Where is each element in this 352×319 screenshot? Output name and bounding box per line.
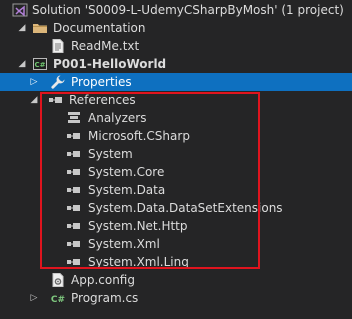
references-label: References [69, 93, 136, 107]
solution-label: Solution 'S0009-L-UdemyCSharpByMosh' (1 … [32, 3, 344, 17]
expanded-arrow-icon[interactable]: ◢ [16, 19, 28, 37]
collapsed-arrow-icon[interactable]: ▷ [28, 289, 40, 307]
documentation-label: Documentation [53, 21, 146, 35]
reference-label: System.Xml.Linq [88, 255, 189, 269]
reference-label: Analyzers [88, 111, 147, 125]
documentation-folder-node[interactable]: ◢ Documentation [0, 19, 352, 37]
reference-item-analyzers[interactable]: Analyzers [0, 109, 352, 127]
reference-label: System.Data.DataSetExtensions [88, 201, 283, 215]
collapsed-arrow-icon[interactable]: ▷ [28, 73, 40, 91]
reference-label: System.Core [88, 165, 165, 179]
config-file-icon [50, 272, 66, 288]
csharp-badge: C# [51, 295, 65, 305]
readme-label: ReadMe.txt [71, 39, 140, 53]
text-file-icon [50, 38, 66, 54]
reference-icon [66, 200, 82, 216]
reference-icon [66, 128, 82, 144]
reference-icon [66, 254, 82, 270]
references-icon [48, 92, 64, 108]
program-cs-label: Program.cs [71, 291, 139, 305]
references-node[interactable]: ◢ References [0, 91, 352, 109]
reference-icon [66, 164, 82, 180]
vs-solution-icon [12, 2, 28, 18]
analyzers-icon [66, 110, 82, 126]
project-label: P001-HelloWorld [53, 57, 167, 71]
reference-label: System.Net.Http [88, 219, 188, 233]
reference-item-system-net-http[interactable]: System.Net.Http [0, 217, 352, 235]
solution-explorer-tree: Solution 'S0009-L-UdemyCSharpByMosh' (1 … [0, 0, 352, 319]
reference-label: Microsoft.CSharp [88, 129, 190, 143]
reference-label: System [88, 147, 133, 161]
expanded-arrow-icon[interactable]: ◢ [16, 55, 28, 73]
reference-item-system-xml-linq[interactable]: System.Xml.Linq [0, 253, 352, 271]
reference-icon [66, 146, 82, 162]
expanded-arrow-icon[interactable]: ◢ [28, 91, 40, 109]
app-config-label: App.config [71, 273, 135, 287]
reference-icon [66, 236, 82, 252]
reference-icon [66, 218, 82, 234]
wrench-icon [50, 74, 66, 90]
csharp-file-icon: C# [50, 290, 66, 306]
reference-icon [66, 182, 82, 198]
solution-node[interactable]: Solution 'S0009-L-UdemyCSharpByMosh' (1 … [0, 1, 352, 19]
reference-item-system[interactable]: System [0, 145, 352, 163]
properties-label: Properties [71, 75, 132, 89]
app-config-node[interactable]: App.config [0, 271, 352, 289]
reference-item-microsoft-csharp[interactable]: Microsoft.CSharp [0, 127, 352, 145]
program-cs-node[interactable]: ▷ C# Program.cs [0, 289, 352, 307]
reference-item-system-data[interactable]: System.Data [0, 181, 352, 199]
reference-item-system-xml[interactable]: System.Xml [0, 235, 352, 253]
reference-label: System.Xml [88, 237, 160, 251]
folder-icon [32, 20, 48, 36]
properties-node[interactable]: ▷ Properties [0, 73, 352, 91]
csharp-project-icon: C# [32, 56, 48, 72]
readme-file-node[interactable]: ReadMe.txt [0, 37, 352, 55]
svg-text:C#: C# [34, 61, 45, 69]
project-node[interactable]: ◢ C# P001-HelloWorld [0, 55, 352, 73]
reference-item-system-core[interactable]: System.Core [0, 163, 352, 181]
reference-label: System.Data [88, 183, 166, 197]
reference-item-system-data-datasetextensions[interactable]: System.Data.DataSetExtensions [0, 199, 352, 217]
